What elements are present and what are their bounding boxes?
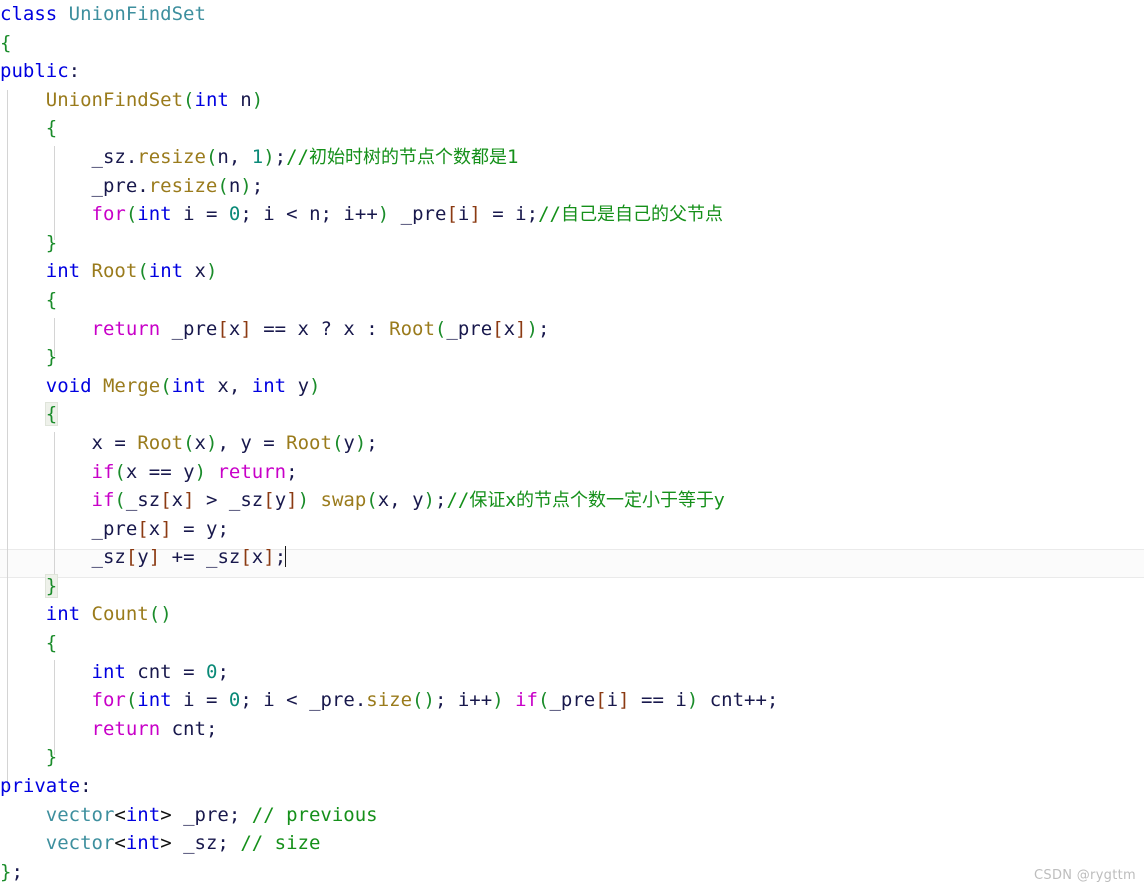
csdn-watermark: CSDN @rygttm — [1034, 868, 1136, 883]
code-line[interactable]: for(int i = 0; i < _pre.size(); i++) if(… — [0, 686, 1144, 715]
code-line[interactable]: class UnionFindSet — [0, 0, 1144, 29]
code-line[interactable]: } — [0, 343, 1144, 372]
code-line[interactable]: if(_sz[x] > _sz[y]) swap(x, y);//保证x的节点个… — [0, 486, 1144, 515]
code-line[interactable]: vector<int> _sz; // size — [0, 829, 1144, 858]
code-line[interactable]: void Merge(int x, int y) — [0, 372, 1144, 401]
code-line[interactable]: }; — [0, 858, 1144, 887]
matching-brace-open: { — [44, 402, 59, 427]
code-line[interactable]: public: — [0, 57, 1144, 86]
code-line[interactable]: } — [0, 743, 1144, 772]
code-line[interactable]: return _pre[x] == x ? x : Root(_pre[x]); — [0, 315, 1144, 344]
code-line[interactable]: } — [0, 572, 1144, 601]
code-line[interactable]: { — [0, 286, 1144, 315]
code-line[interactable]: _sz.resize(n, 1);//初始时树的节点个数都是1 — [0, 143, 1144, 172]
code-line[interactable]: _pre[x] = y; — [0, 515, 1144, 544]
code-line[interactable]: { — [0, 114, 1144, 143]
code-line[interactable]: } — [0, 229, 1144, 258]
code-line[interactable]: int Count() — [0, 600, 1144, 629]
code-line[interactable]: int cnt = 0; — [0, 658, 1144, 687]
code-line[interactable]: if(x == y) return; — [0, 458, 1144, 487]
code-line[interactable]: _sz[y] += _sz[x]; — [0, 543, 1144, 572]
code-line[interactable]: { — [0, 29, 1144, 58]
code-line[interactable]: int Root(int x) — [0, 257, 1144, 286]
text-caret — [285, 546, 287, 568]
code-line[interactable]: vector<int> _pre; // previous — [0, 801, 1144, 830]
code-line[interactable]: private: — [0, 772, 1144, 801]
code-line[interactable]: x = Root(x), y = Root(y); — [0, 429, 1144, 458]
code-line[interactable]: { — [0, 400, 1144, 429]
code-line[interactable]: return cnt; — [0, 715, 1144, 744]
code-content[interactable]: class UnionFindSet { public: UnionFindSe… — [0, 0, 1144, 886]
matching-brace-close: } — [44, 573, 59, 598]
code-line[interactable]: for(int i = 0; i < n; i++) _pre[i] = i;/… — [0, 200, 1144, 229]
code-line[interactable]: { — [0, 629, 1144, 658]
code-line[interactable]: UnionFindSet(int n) — [0, 86, 1144, 115]
code-editor[interactable]: class UnionFindSet { public: UnionFindSe… — [0, 0, 1144, 889]
code-line[interactable]: _pre.resize(n); — [0, 172, 1144, 201]
